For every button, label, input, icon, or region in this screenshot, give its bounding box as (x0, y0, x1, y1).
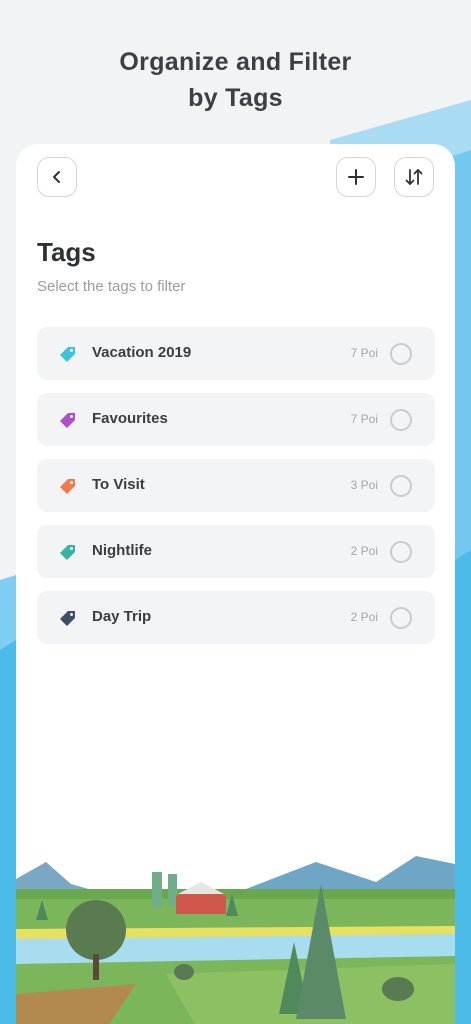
tag-label: Favourites (92, 410, 168, 427)
back-button[interactable] (37, 157, 77, 197)
page-subtitle: Select the tags to filter (37, 278, 186, 295)
tag-item-vacation-2019[interactable]: Vacation 2019 7 Poi (37, 327, 435, 380)
tag-icon (60, 479, 75, 494)
tag-item-nightlife[interactable]: Nightlife 2 Poi (37, 525, 435, 578)
tag-select-radio[interactable] (390, 343, 412, 365)
tag-label: To Visit (92, 476, 145, 493)
tag-icon (60, 545, 75, 560)
tag-icon (60, 413, 75, 428)
tag-label: Vacation 2019 (92, 344, 192, 361)
tag-label: Day Trip (92, 608, 152, 625)
add-tag-button[interactable] (336, 157, 376, 197)
tag-item-favourites[interactable]: Favourites 7 Poi (37, 393, 435, 446)
plus-icon (348, 169, 364, 185)
tag-count: 3 Poi (350, 478, 378, 492)
tag-count: 7 Poi (350, 346, 378, 360)
tag-list: Vacation 2019 7 Poi Favourites 7 Poi To … (37, 327, 435, 657)
tag-select-radio[interactable] (390, 475, 412, 497)
landscape-illustration (16, 856, 455, 1024)
tag-select-radio[interactable] (390, 409, 412, 431)
tag-item-day-trip[interactable]: Day Trip 2 Poi (37, 591, 435, 644)
tags-card: Tags Select the tags to filter Vacation … (16, 144, 455, 1024)
tag-count: 2 Poi (350, 544, 378, 558)
sort-arrows-icon (405, 169, 423, 185)
sort-button[interactable] (394, 157, 434, 197)
headline-line-1: Organize and Filter (119, 48, 352, 76)
tag-icon-shape (60, 347, 75, 362)
tag-select-radio[interactable] (390, 541, 412, 563)
tag-item-to-visit[interactable]: To Visit 3 Poi (37, 459, 435, 512)
tag-count: 7 Poi (350, 412, 378, 426)
headline-line-2: by Tags (188, 84, 283, 112)
onboarding-headline: Organize and Filter by Tags (0, 44, 471, 116)
tag-count: 2 Poi (350, 610, 378, 624)
tag-icon (60, 347, 75, 362)
page-title: Tags (37, 237, 96, 267)
tag-label: Nightlife (92, 542, 152, 559)
tag-select-radio[interactable] (390, 607, 412, 629)
tag-icon (60, 611, 75, 626)
chevron-left-icon (53, 171, 60, 183)
